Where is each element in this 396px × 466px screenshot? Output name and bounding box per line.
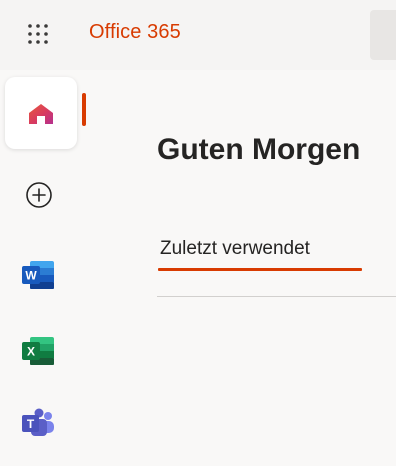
waffle-grid-icon[interactable] [26, 22, 50, 46]
active-indicator [82, 93, 86, 126]
excel-icon: X [22, 337, 56, 370]
svg-text:T: T [27, 417, 35, 431]
svg-text:X: X [27, 345, 35, 359]
tab-selected-underline [158, 268, 362, 271]
rail-home-button[interactable] [5, 77, 77, 149]
tab-recent[interactable]: Zuletzt verwendet [160, 238, 310, 260]
teams-icon: T [22, 408, 56, 442]
create-plus-icon [25, 182, 53, 213]
word-icon: W [22, 261, 56, 294]
tab-divider [157, 296, 396, 297]
svg-text:W: W [25, 269, 37, 283]
search-box[interactable] [370, 10, 396, 60]
left-rail: W X T [0, 70, 80, 466]
rail-create-button[interactable] [25, 181, 53, 214]
rail-excel-button[interactable]: X [22, 336, 56, 371]
home-icon [29, 104, 53, 129]
rail-teams-button[interactable]: T [22, 408, 56, 443]
app-title[interactable]: Office 365 [89, 21, 181, 44]
page-greeting: Guten Morgen [157, 133, 361, 166]
top-bar: Office 365 [0, 0, 396, 70]
rail-word-button[interactable]: W [22, 260, 56, 295]
